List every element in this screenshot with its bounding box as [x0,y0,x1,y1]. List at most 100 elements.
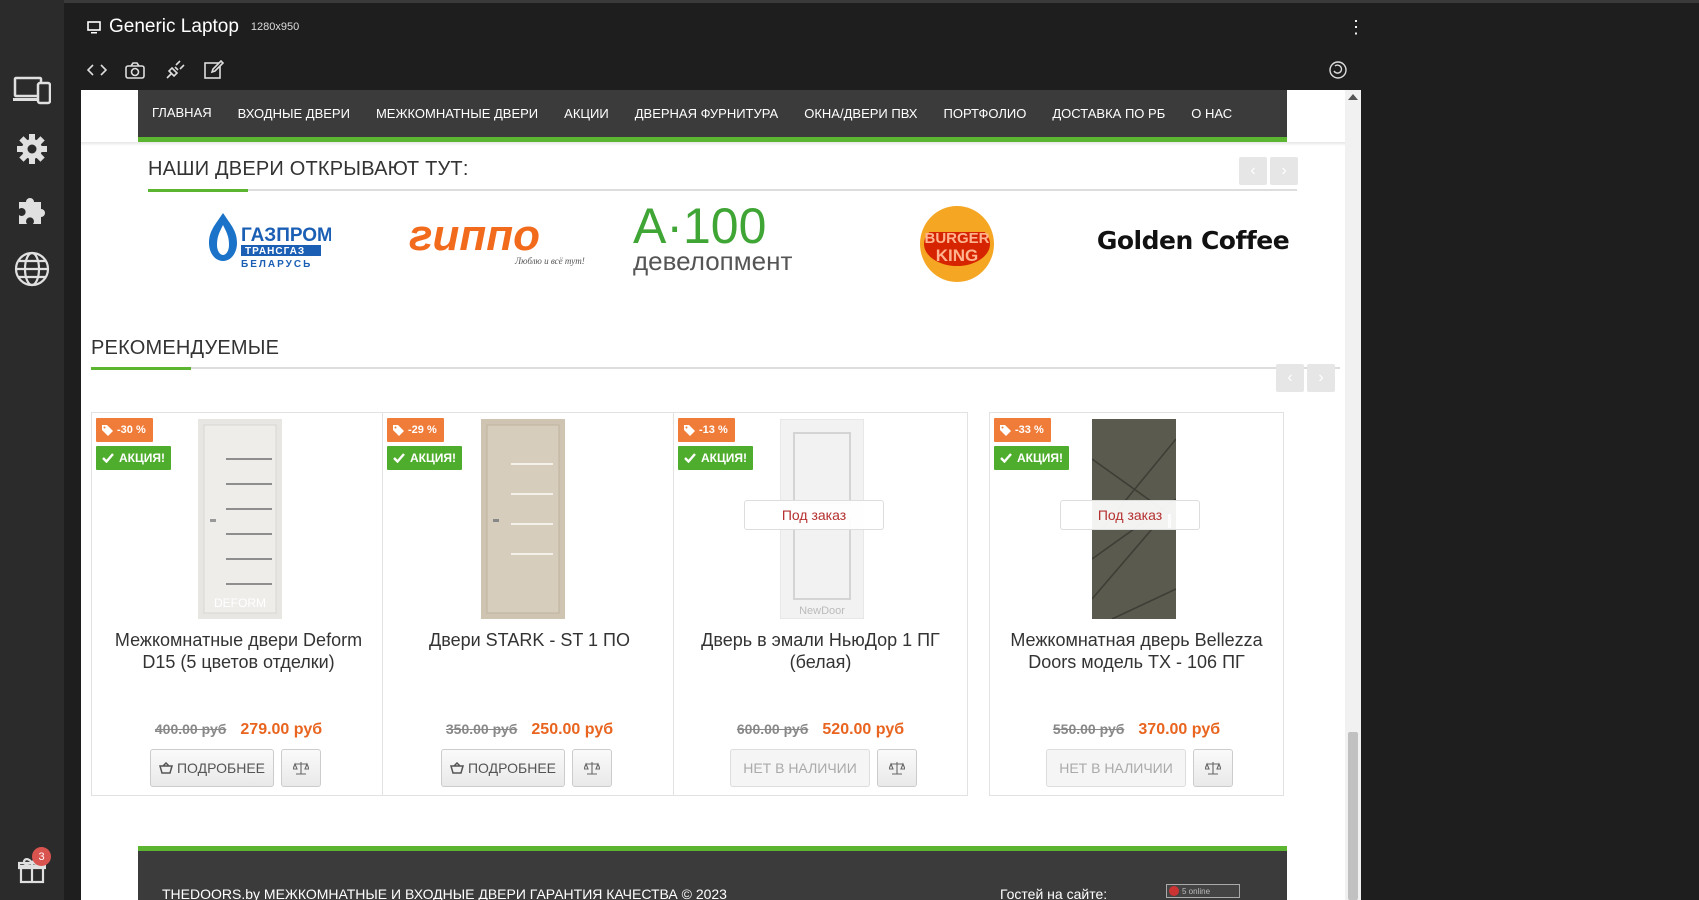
nav-item-delivery[interactable]: ДОСТАВКА ПО РБ [1052,106,1165,121]
product-card[interactable]: -33 % АКЦИЯ! Под заказ Межкомнатная двер… [989,412,1284,796]
recommended-prev-button[interactable]: ‹ [1276,364,1304,392]
globe-icon[interactable] [12,249,52,289]
product-name[interactable]: Двери STARK - ST 1 ПО [393,629,666,651]
discount-badge: -13 % [678,418,735,442]
compare-button[interactable] [572,749,612,787]
out-of-stock-button[interactable]: НЕТ В НАЛИЧИИ [730,749,870,787]
compare-button[interactable] [281,749,321,787]
nav-item-home[interactable]: ГЛАВНАЯ [152,105,212,120]
new-price: 250.00 руб [531,721,614,738]
recommended-next-button[interactable]: › [1307,364,1335,392]
product-prices: 400.00 руб 279.00 руб [92,721,385,739]
scroll-up-icon[interactable] [1348,94,1358,100]
scales-icon [293,762,309,775]
vertical-scrollbar[interactable] [1345,90,1361,900]
site-footer: THEDOORS.by МЕЖКОМНАТНЫЕ И ВХОДНЫЕ ДВЕРИ… [138,846,1287,900]
check-icon [1000,453,1012,463]
device-title: Generic Laptop 1280x950 [87,16,299,38]
nav-item-about[interactable]: О НАС [1191,106,1232,121]
new-price: 370.00 руб [1138,721,1221,738]
device-name[interactable]: Generic Laptop [109,16,239,38]
product-card[interactable]: -29 % АКЦИЯ! Двери STARK - ST 1 ПО 350.0… [382,412,677,796]
device-resolution: 1280x950 [250,21,300,33]
page-viewport: ГЛАВНАЯ ВХОДНЫЕ ДВЕРИ МЕЖКОМНАТНЫЕ ДВЕРИ… [81,90,1361,900]
product-name[interactable]: Межкомнатные двери Deform D15 (5 цветов … [102,629,375,673]
edit-icon[interactable] [202,58,226,82]
old-price: 400.00 руб [154,721,227,737]
svg-text:Люблю и всё тут!: Люблю и всё тут! [514,256,585,266]
product-name[interactable]: Дверь в эмали НьюДор 1 ПГ (белая) [684,629,957,673]
gippo-logo[interactable]: гиппо Люблю и всё тут! [405,206,605,274]
tag-icon [102,424,113,436]
door-image[interactable]: DEFORM [198,419,282,619]
partners-divider [148,189,1297,192]
product-card[interactable]: DEFORM -30 % АКЦИЯ! Межкомнатные двери D… [91,412,386,796]
plug-icon[interactable] [163,58,187,82]
svg-text:БЕЛАРУСЬ: БЕЛАРУСЬ [241,259,312,270]
partners-prev-button[interactable]: ‹ [1239,157,1267,185]
svg-text:DEFORM: DEFORM [214,596,266,610]
old-price: 350.00 руб [445,721,518,737]
product-prices: 350.00 руб 250.00 руб [383,721,676,739]
action-badge: АКЦИЯ! [678,446,754,470]
recommended-title: РЕКОМЕНДУЕМЫЕ [91,337,280,359]
action-badge: АКЦИЯ! [96,446,172,470]
main-nav: ГЛАВНАЯ ВХОДНЫЕ ДВЕРИ МЕЖКОМНАТНЫЕ ДВЕРИ… [138,90,1287,142]
nav-item-portfolio[interactable]: ПОРТФОЛИО [943,106,1026,121]
details-button[interactable]: ПОДРОБНЕЕ [441,749,565,787]
discount-badge: -29 % [387,418,444,442]
guests-label: Гостей на сайте: [1000,886,1108,900]
product-card[interactable]: NewDoor -13 % АКЦИЯ! Под заказ Дверь в э… [673,412,968,796]
scales-icon [1205,762,1221,775]
svg-text:гиппо: гиппо [409,211,540,260]
discount-badge: -30 % [96,418,153,442]
check-icon [102,453,114,463]
door-image[interactable] [481,419,565,619]
svg-text:KING: KING [936,246,979,265]
nav-item-interior-doors[interactable]: МЕЖКОМНАТНЫЕ ДВЕРИ [376,106,538,121]
gazprom-logo[interactable]: ГАЗПРОМ ТРАНСГАЗ БЕЛАРУСЬ [201,205,331,275]
a100-logo[interactable]: A·100 девелопмент [631,203,831,277]
details-button[interactable]: ПОДРОБНЕЕ [150,749,274,787]
puzzle-icon[interactable] [12,189,52,229]
check-icon [684,453,696,463]
nav-item-entrance-doors[interactable]: ВХОДНЫЕ ДВЕРИ [238,106,350,121]
compare-button[interactable] [1193,749,1233,787]
gift-count-badge: 3 [32,847,51,866]
svg-text:ГАЗПРОМ: ГАЗПРОМ [241,225,331,246]
online-counter[interactable]: 5 online [1166,884,1240,898]
old-price: 600.00 руб [736,721,809,737]
new-price: 520.00 руб [822,721,905,738]
partners-title: НАШИ ДВЕРИ ОТКРЫВАЮТ ТУТ: [148,158,469,180]
tag-icon [684,424,695,436]
nav-item-pvc-windows[interactable]: ОКНА/ДВЕРИ ПВХ [804,106,917,121]
nav-item-promotions[interactable]: АКЦИИ [564,106,609,121]
svg-text:BURGER: BURGER [924,230,989,247]
devices-icon[interactable] [12,70,52,110]
product-name[interactable]: Межкомнатная дверь Bellezza Doors модель… [1000,629,1273,673]
rotate-icon[interactable] [1326,58,1350,82]
check-icon [393,453,405,463]
burger-king-logo[interactable]: BURGER KING [919,205,995,283]
svg-text:девелопмент: девелопмент [633,246,792,276]
footer-copyright: THEDOORS.by МЕЖКОМНАТНЫЕ И ВХОДНЫЕ ДВЕРИ… [162,886,727,900]
order-label: Под заказ [1060,500,1200,530]
compare-button[interactable] [877,749,917,787]
basket-icon [158,762,173,774]
partners-next-button[interactable]: › [1270,157,1298,185]
code-icon[interactable] [85,58,109,82]
gear-icon[interactable] [12,129,52,169]
action-badge: АКЦИЯ! [994,446,1070,470]
camera-icon[interactable] [123,58,147,82]
nav-item-door-hardware[interactable]: ДВЕРНАЯ ФУРНИТУРА [635,106,779,121]
device-toolbar: Generic Laptop 1280x950 ⋮ [81,3,1365,93]
scales-icon [889,762,905,775]
more-options-icon[interactable]: ⋮ [1347,17,1365,38]
scrollbar-thumb[interactable] [1348,732,1358,900]
out-of-stock-button[interactable]: НЕТ В НАЛИЧИИ [1046,749,1186,787]
basket-icon [449,762,464,774]
product-prices: 550.00 руб 370.00 руб [990,721,1283,739]
golden-coffee-logo[interactable]: Golden Coffee [1093,218,1293,262]
order-label: Под заказ [744,500,884,530]
old-price: 550.00 руб [1052,721,1125,737]
